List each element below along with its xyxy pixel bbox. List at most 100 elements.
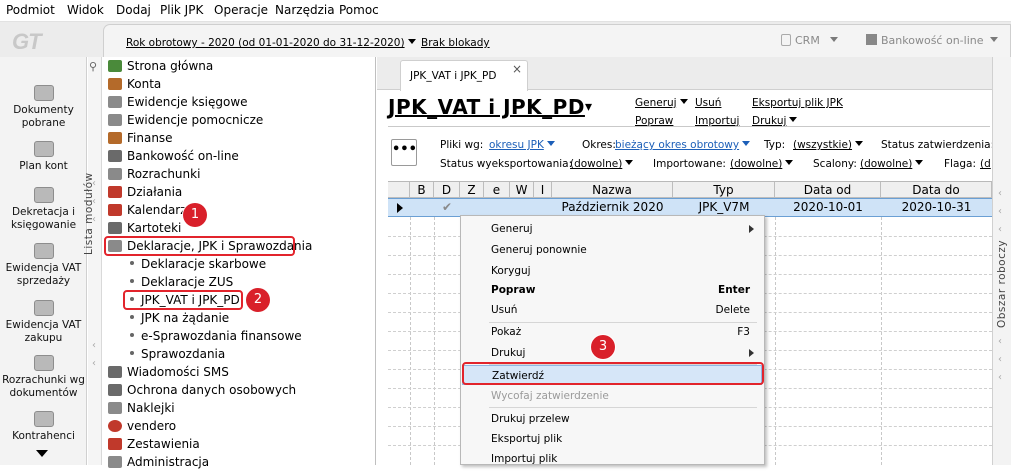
modules-strip[interactable]: ⚲ — [88, 57, 102, 465]
check-icon: ✔ — [441, 200, 453, 214]
cell-nazwa: Październik 2020 — [561, 200, 664, 214]
tree-item-zestawienia[interactable]: Zestawienia — [108, 435, 200, 453]
tree-subitem-e-sprawozdania[interactable]: e-Sprawozdania finansowe — [130, 327, 302, 345]
col-header-d[interactable]: D — [434, 182, 460, 198]
nav-rozrachunki[interactable]: Rozrachunki wg dokumentów — [0, 355, 87, 400]
left-nav: Dokumenty pobrane Plan kont Dekretacja i… — [0, 57, 87, 465]
menu-plik-jpk[interactable]: Plik JPK — [160, 3, 203, 17]
menu-item-label: Drukuj przelew — [491, 413, 570, 425]
period-selector[interactable]: Rok obrotowy - 2020 (od 01-01-2020 do 31… — [126, 37, 416, 49]
tree-item-finanse[interactable]: Finanse — [108, 129, 173, 147]
menu-item-label: Eksportuj plik — [491, 433, 563, 445]
close-icon[interactable]: × — [512, 62, 522, 76]
tree-item-label: Deklaracje skarbowe — [141, 257, 267, 271]
menu-pomoc[interactable]: Pomoc — [339, 3, 379, 17]
col-header-data-do[interactable]: Data do — [881, 182, 992, 198]
tree-item-kalendarz[interactable]: Kalendarz — [108, 201, 187, 219]
col-header-e[interactable]: e — [484, 182, 510, 198]
tree-item-administracja[interactable]: Administracja — [108, 453, 209, 471]
tree-item-bankowosc[interactable]: Bankowość on-line — [108, 147, 239, 165]
step-badge-1: 1 — [183, 203, 207, 227]
ctx-popraw[interactable]: Popraw Enter — [461, 280, 764, 300]
more-options-button[interactable]: ••• — [391, 139, 417, 166]
menu-operacje[interactable]: Operacje — [214, 3, 268, 17]
scroll-down-icon[interactable] — [36, 450, 48, 457]
page-title-text: JPK_VAT i JPK_PD — [388, 95, 585, 119]
tree-item-label: Bankowość on-line — [127, 149, 239, 163]
nav-kontrahenci[interactable]: Kontrahenci — [0, 411, 87, 443]
filter-scalony-value[interactable]: (dowolne) — [860, 158, 924, 170]
submenu-arrow-icon — [749, 225, 754, 233]
tree-item-label: Naklejki — [127, 401, 175, 415]
tree-item-ochrona-danych[interactable]: Ochrona danych osobowych — [108, 381, 296, 399]
chevron-left-icon: ‹ — [998, 336, 1002, 347]
document-icon — [108, 114, 122, 126]
menu-podmiot[interactable]: Podmiot — [6, 3, 55, 17]
filter-importowane-value[interactable]: (dowolne) — [730, 158, 794, 170]
ctx-generuj-ponownie[interactable]: Generuj ponownie — [461, 240, 764, 260]
filter-status-wyeksportowania: Status wyeksportowania: — [440, 158, 573, 170]
filter-typ-value[interactable]: (wszystkie) — [793, 139, 864, 151]
col-header-data-od[interactable]: Data od — [775, 182, 881, 198]
tree-item-label: Deklaracje ZUS — [141, 275, 234, 289]
filter-pliki-value[interactable]: okresu JPK — [489, 139, 555, 151]
action-generuj[interactable]: Generuj — [635, 97, 688, 109]
action-usun[interactable]: Usuń — [695, 97, 721, 109]
tree-item-ewidencje-ksiegowe[interactable]: Ewidencje księgowe — [108, 93, 248, 111]
tree-item-sms[interactable]: Wiadomości SMS — [108, 363, 229, 381]
col-header-w[interactable]: W — [510, 182, 534, 198]
col-header-nazwa[interactable]: Nazwa — [552, 182, 673, 198]
bullet-icon — [130, 351, 134, 355]
cards-icon — [108, 222, 122, 234]
ctx-generuj[interactable]: Generuj — [461, 219, 764, 239]
cell-data-od: 2020-10-01 — [793, 200, 863, 214]
tree-item-strona-glowna[interactable]: Strona główna — [108, 57, 213, 75]
ctx-koryguj[interactable]: Koryguj — [461, 261, 764, 281]
bank-button[interactable]: Bankowość on-line — [866, 34, 998, 47]
tree-subitem-sprawozdania[interactable]: Sprawozdania — [130, 345, 225, 363]
ctx-eksportuj-plik[interactable]: Eksportuj plik — [461, 429, 764, 449]
nav-dokumenty-pobrane[interactable]: Dokumenty pobrane — [0, 85, 87, 130]
actions-icon — [108, 186, 122, 198]
filter-value: (dowolne) — [570, 158, 623, 170]
col-header-typ[interactable]: Typ — [673, 182, 775, 198]
menu-dodaj[interactable]: Dodaj — [116, 3, 151, 17]
ctx-importuj-plik[interactable]: Importuj plik — [461, 449, 764, 469]
period-label: Rok obrotowy - 2020 (od 01-01-2020 do 31… — [126, 37, 405, 49]
tree-subitem-jpk-na-zadanie[interactable]: JPK na żądanie — [130, 309, 229, 327]
filter-status-wyek-value[interactable]: (dowolne) — [570, 158, 634, 170]
menu-widok[interactable]: Widok — [67, 3, 104, 17]
action-eksportuj-jpk[interactable]: Eksportuj plik JPK — [752, 97, 843, 109]
tree-item-vendero[interactable]: vendero — [108, 417, 176, 435]
chevron-down-icon — [742, 141, 751, 146]
filter-okres-value[interactable]: bieżący okres obrotowy — [615, 139, 751, 151]
tree-item-kartoteki[interactable]: Kartoteki — [108, 219, 181, 237]
lock-link[interactable]: Brak blokady — [421, 37, 490, 49]
crm-button[interactable]: CRM — [781, 34, 838, 47]
filter-status-zatwierdzenia: Status zatwierdzenia: — [881, 139, 995, 151]
col-header-z[interactable]: Z — [460, 182, 484, 198]
ctx-drukuj-przelew[interactable]: Drukuj przelew — [461, 409, 764, 429]
menu-narzedzia[interactable]: Narzędzia — [275, 3, 335, 17]
ctx-usun[interactable]: Usuń Delete — [461, 300, 764, 320]
nav-vat-zakupu[interactable]: Ewidencja VAT zakupu — [0, 300, 87, 345]
tree-item-ewidencje-pomocnicze[interactable]: Ewidencje pomocnicze — [108, 111, 263, 129]
tree-item-naklejki[interactable]: Naklejki — [108, 399, 175, 417]
col-header-b[interactable]: B — [410, 182, 434, 198]
pin-icon[interactable]: ⚲ — [89, 60, 97, 73]
nav-label: Kontrahenci — [12, 430, 75, 442]
page-title[interactable]: JPK_VAT i JPK_PD▾ — [388, 95, 592, 119]
col-header-i[interactable]: I — [534, 182, 552, 198]
nav-plan-kont[interactable]: Plan kont — [0, 141, 87, 173]
chart-icon — [108, 438, 122, 450]
tree-subitem-deklaracje-zus[interactable]: Deklaracje ZUS — [130, 273, 233, 291]
tree-subitem-deklaracje-skarbowe[interactable]: Deklaracje skarbowe — [130, 255, 266, 273]
filter-flaga-value[interactable]: (d — [980, 158, 991, 170]
tree-item-dzialania[interactable]: Działania — [108, 183, 182, 201]
nav-dekretacja[interactable]: Dekretacja i księgowanie — [0, 187, 87, 232]
coins-icon — [33, 300, 54, 316]
nav-vat-sprzedazy[interactable]: Ewidencja VAT sprzedaży — [0, 243, 87, 288]
tree-item-rozrachunki[interactable]: Rozrachunki — [108, 165, 200, 183]
tree-icon — [33, 141, 54, 157]
tree-item-konta[interactable]: Konta — [108, 75, 161, 93]
